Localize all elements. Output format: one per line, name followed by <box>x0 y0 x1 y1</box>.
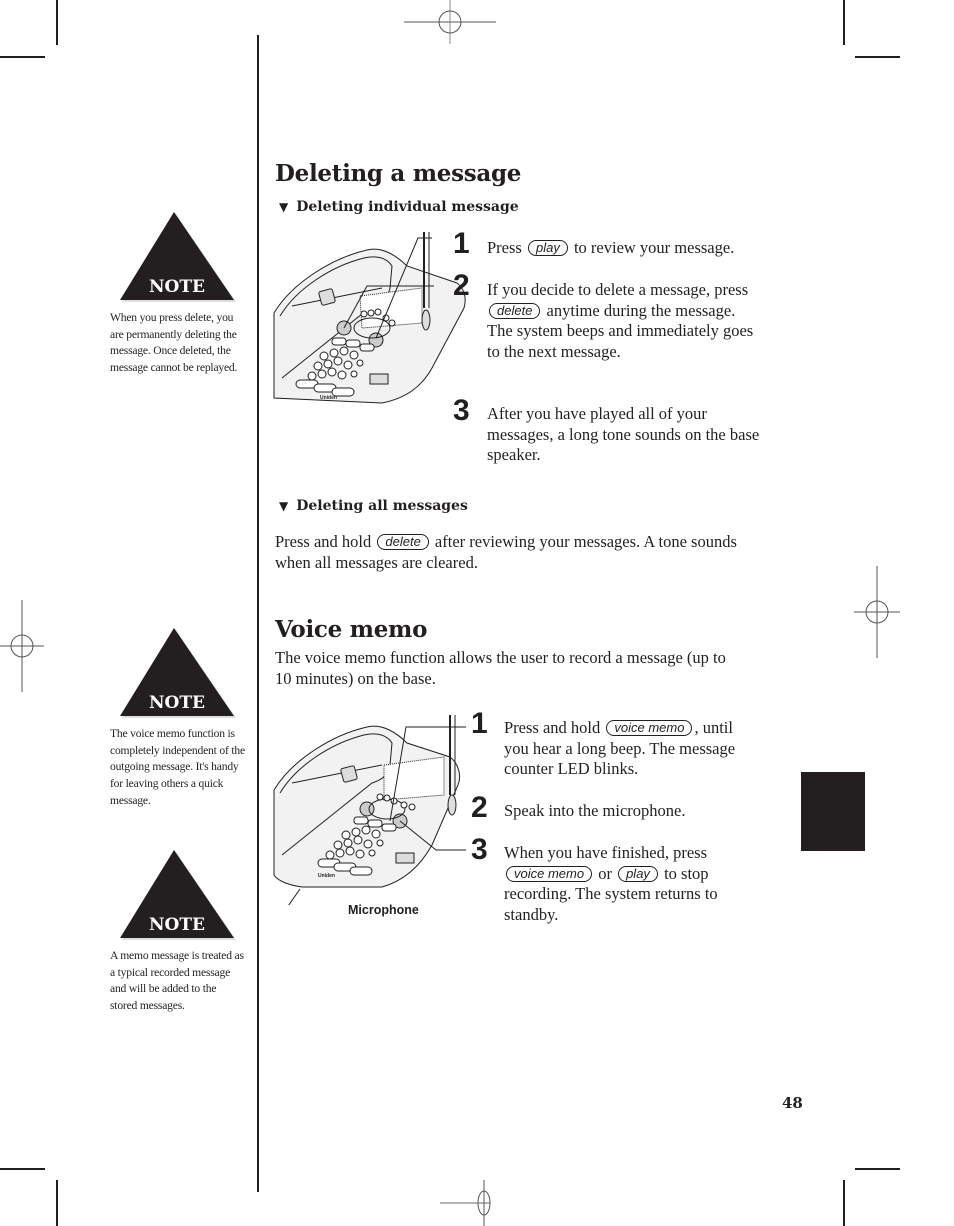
step-number: 3 <box>453 394 470 427</box>
step-text: Press play to review your message. <box>487 238 735 257</box>
voice-memo-key-label: voice memo <box>506 865 593 882</box>
step-text: After you have played all of your messag… <box>487 404 760 465</box>
note-triangle-icon: NOTE <box>120 850 236 940</box>
step-number: 1 <box>471 707 488 740</box>
delete-key-label: delete <box>377 534 429 550</box>
crop-mark <box>843 0 845 45</box>
step-number: 2 <box>453 269 470 302</box>
note-triangle-icon: NOTE <box>120 212 236 302</box>
crop-mark <box>0 1168 45 1170</box>
play-key-label: play <box>527 240 568 256</box>
microphone-label: Microphone <box>348 903 419 917</box>
registration-mark-icon <box>440 1180 491 1226</box>
step-text: If you decide to delete a message, press… <box>487 280 754 362</box>
crop-mark <box>56 0 58 45</box>
note-title: NOTE <box>149 693 205 713</box>
column-divider <box>257 35 259 1192</box>
step-number: 2 <box>471 791 488 824</box>
note-box: NOTE The voice memo function is complete… <box>110 628 245 810</box>
note-title: NOTE <box>149 277 205 297</box>
crop-mark <box>56 1180 58 1226</box>
step-text: Press and hold voice memo, until you hea… <box>504 718 736 779</box>
play-key-label: play <box>618 865 658 882</box>
step-text: Speak into the microphone. <box>504 801 686 820</box>
note-text: The voice memo function is completely in… <box>110 727 245 807</box>
note-box: NOTE A memo message is treated as a typi… <box>110 850 245 1015</box>
crop-mark <box>0 56 45 58</box>
chapter-thumb-tab <box>801 772 865 851</box>
voice-memo-intro: The voice memo function allows the user … <box>275 648 726 688</box>
step-text: When you have finished, press voice memo… <box>504 843 718 925</box>
note-text: When you press delete, you are permanent… <box>110 311 238 375</box>
phone-brand-label: Uniden <box>318 873 335 879</box>
note-title: NOTE <box>149 915 205 935</box>
note-box: NOTE When you press delete, you are perm… <box>110 212 245 377</box>
page-number: 48 <box>782 1094 803 1112</box>
delete-key-label: delete <box>489 302 541 319</box>
note-text: A memo message is treated as a typical r… <box>110 949 244 1013</box>
voice-memo-key-label: voice memo <box>606 720 693 736</box>
delete-all-paragraph: Press and hold delete after reviewing yo… <box>275 532 737 572</box>
phone-brand-label: Uniden <box>320 395 337 401</box>
note-triangle-icon: NOTE <box>120 628 236 718</box>
phone-base-illustration: Uniden <box>273 715 466 905</box>
step-number: 1 <box>453 227 470 260</box>
down-triangle-icon: ▼ <box>279 499 289 513</box>
crop-mark <box>843 1180 845 1226</box>
down-triangle-icon: ▼ <box>279 200 289 214</box>
section-title-voice-memo: Voice memo <box>275 616 428 643</box>
registration-mark-icon <box>404 0 496 44</box>
subheading-individual: ▼ Deleting individual message <box>279 199 519 215</box>
crop-mark <box>855 56 900 58</box>
registration-mark-icon <box>854 566 900 658</box>
section-title-deleting: Deleting a message <box>275 160 522 187</box>
registration-mark-icon <box>0 600 44 692</box>
crop-mark <box>855 1168 900 1170</box>
phone-base-illustration: Uniden <box>273 232 466 404</box>
subheading-all: ▼ Deleting all messages <box>279 498 468 514</box>
step-number: 3 <box>471 833 488 866</box>
